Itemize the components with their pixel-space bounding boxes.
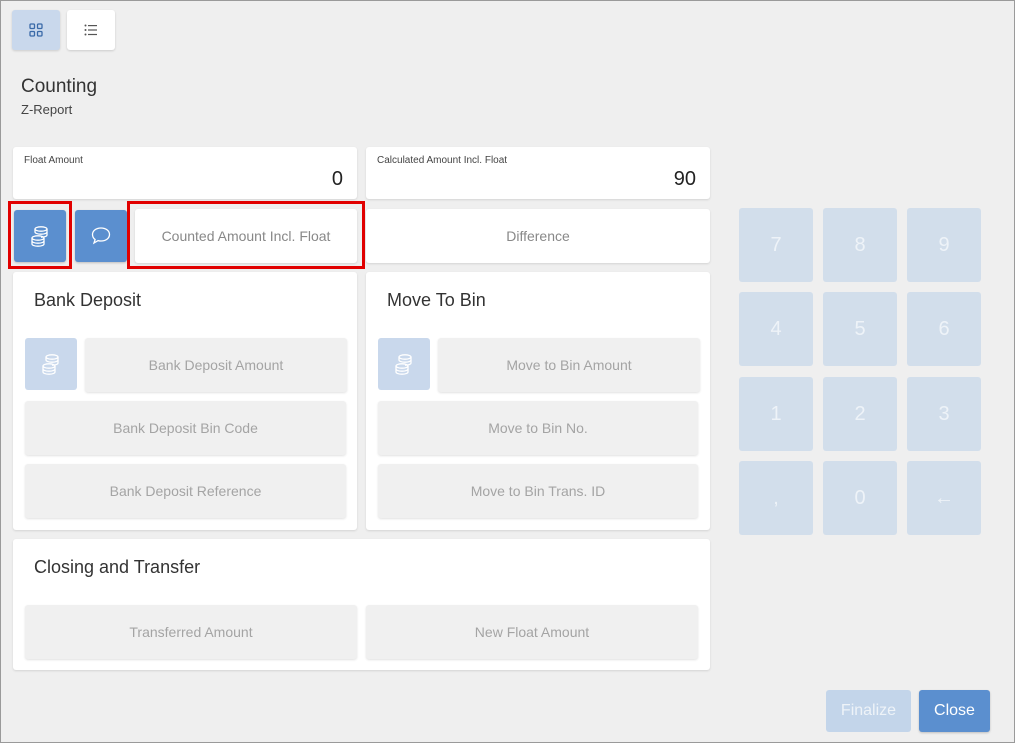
key-5[interactable]: 5 [823,292,897,366]
page-title: Counting [21,76,98,97]
difference-field: Difference [366,209,710,263]
key-9[interactable]: 9 [907,208,981,282]
key-3[interactable]: 3 [907,377,981,451]
calculated-amount-card: Calculated Amount Incl. Float 90 [366,147,710,199]
move-to-bin-no-field[interactable]: Move to Bin No. [378,401,698,455]
key-1[interactable]: 1 [739,377,813,451]
key-0[interactable]: 0 [823,461,897,535]
key-6[interactable]: 6 [907,292,981,366]
calculated-amount-label: Calculated Amount Incl. Float [377,155,508,166]
move-to-bin-trans-id-field[interactable]: Move to Bin Trans. ID [378,464,698,518]
move-to-bin-no-label: Move to Bin No. [488,420,588,436]
float-amount-label: Float Amount [24,155,83,166]
move-to-bin-section: Move To Bin Move to Bin Amount Move to B… [366,272,710,530]
move-to-bin-amount-field[interactable]: Move to Bin Amount [438,338,700,392]
comment-icon [91,227,111,245]
highlight-counted-amount [127,201,365,269]
move-to-bin-coins-button[interactable] [378,338,430,390]
bank-deposit-bin-code-label: Bank Deposit Bin Code [113,420,258,436]
move-to-bin-trans-id-label: Move to Bin Trans. ID [470,483,606,499]
grid-icon [29,23,43,37]
close-button[interactable]: Close [919,690,990,732]
float-amount-card: Float Amount 0 [13,147,357,199]
bank-deposit-reference-label: Bank Deposit Reference [109,483,262,499]
transferred-amount-field[interactable]: Transferred Amount [25,605,357,659]
bank-deposit-amount-label: Bank Deposit Amount [148,357,284,373]
new-float-amount-label: New Float Amount [474,624,590,640]
page-subtitle: Z-Report [21,102,73,117]
bank-deposit-title: Bank Deposit [34,290,142,310]
coins-icon [42,354,59,375]
calculated-amount-value: 90 [673,168,696,190]
key-8[interactable]: 8 [823,208,897,282]
key-7[interactable]: 7 [739,208,813,282]
grid-view-button[interactable] [12,10,60,50]
closing-transfer-title: Closing and Transfer [34,557,201,577]
closing-transfer-section: Closing and Transfer Transferred Amount … [13,539,710,670]
bank-deposit-amount-field[interactable]: Bank Deposit Amount [85,338,347,392]
coins-icon [395,354,412,375]
key-2[interactable]: 2 [823,377,897,451]
bank-deposit-reference-field[interactable]: Bank Deposit Reference [25,464,346,518]
move-to-bin-title: Move To Bin [387,290,486,310]
new-float-amount-field[interactable]: New Float Amount [366,605,698,659]
bank-deposit-section: Bank Deposit Bank Deposit Amount Bank De… [13,272,357,530]
move-to-bin-amount-label: Move to Bin Amount [506,357,632,373]
list-view-button[interactable] [67,10,115,50]
bank-deposit-coins-button[interactable] [25,338,77,390]
key-4[interactable]: 4 [739,292,813,366]
comment-button[interactable] [75,210,127,262]
float-amount-value: 0 [331,168,343,190]
key-decimal[interactable]: , [739,461,813,535]
key-backspace[interactable]: ← [907,461,981,535]
list-icon [84,24,97,36]
transferred-amount-label: Transferred Amount [129,624,253,640]
difference-label: Difference [506,228,570,244]
finalize-button[interactable]: Finalize [826,690,911,732]
bank-deposit-bin-code-field[interactable]: Bank Deposit Bin Code [25,401,346,455]
highlight-coins-button [8,201,72,269]
